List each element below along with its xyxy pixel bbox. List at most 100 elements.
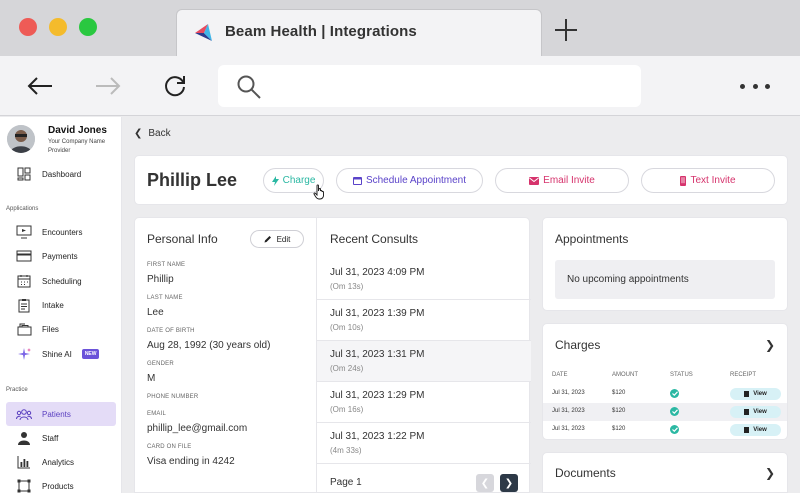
envelope-icon [529,176,540,185]
receipt-icon [744,409,750,415]
appointments-title: Appointments [555,232,629,246]
no-appointments-message: No upcoming appointments [555,260,775,299]
sidebar: David Jones Your Company Name Provider D… [0,117,122,493]
view-receipt-button[interactable]: View [730,388,781,400]
sidebar-item-analytics[interactable]: Analytics [6,450,116,474]
previous-page-button[interactable]: ❮ [476,474,494,492]
view-label: View [753,427,767,433]
list-item[interactable]: Jul 31, 2023 1:39 PM (Om 10s) [317,300,531,341]
chevron-right-icon[interactable]: ❯ [765,338,775,352]
dashboard-icon [16,166,32,182]
recent-consults-title: Recent Consults [330,232,419,246]
sidebar-item-dashboard[interactable]: Dashboard [6,162,116,186]
edit-label: Edit [276,234,291,244]
charge-date: Jul 31, 2023 [552,426,585,432]
sidebar-item-payments[interactable]: Payments [6,244,116,268]
sidebar-item-intake[interactable]: Intake [6,293,116,317]
address-bar[interactable] [218,65,641,107]
schedule-appointment-button[interactable]: Schedule Appointment [336,168,483,193]
email-value: phillip_lee@gmail.com [147,423,248,434]
more-options-icon[interactable] [740,76,770,96]
back-link[interactable]: ❮ Back [134,128,171,139]
charges-title: Charges [555,338,601,352]
table-row: Jul 31, 2023 $120 View [543,403,787,421]
column-header: RECEIPT [730,372,757,378]
next-page-button[interactable]: ❯ [500,474,518,492]
sidebar-item-label: Products [42,481,74,491]
close-window-button[interactable] [19,18,37,36]
charge-amount: $120 [612,390,626,396]
text-invite-label: Text Invite [690,175,736,186]
chart-icon [16,454,32,470]
maximize-window-button[interactable] [79,18,97,36]
back-label: Back [148,128,171,139]
sidebar-item-encounters[interactable]: Encounters [6,220,116,244]
staff-icon [16,430,32,446]
documents-title: Documents [555,466,616,480]
field-label: DATE OF BIRTH [147,328,195,334]
chevron-left-icon: ❮ [134,128,143,139]
charge-date: Jul 31, 2023 [552,408,585,414]
consult-duration: (4m 33s) [330,446,362,455]
avatar[interactable] [7,125,35,153]
patient-header-card: Phillip Lee Charge Schedule Appointment … [134,155,788,205]
consult-date: Jul 31, 2023 1:29 PM [330,390,425,401]
check-icon [670,425,679,434]
sidebar-section-applications: Applications [6,206,39,212]
edit-button[interactable]: Edit [250,230,304,248]
check-icon [670,389,679,398]
consult-duration: (Om 24s) [330,364,364,373]
new-tab-icon[interactable] [554,18,578,42]
field-label: CARD ON FILE [147,444,192,450]
field-label: EMAIL [147,411,167,417]
charge-date: Jul 31, 2023 [552,390,585,396]
column-header: STATUS [670,372,693,378]
lightning-icon [271,175,279,186]
sidebar-item-label: Shine AI [42,349,72,359]
field-label: FIRST NAME [147,262,186,268]
back-arrow-icon[interactable] [24,70,56,102]
column-header: AMOUNT [612,372,638,378]
people-icon [16,406,32,422]
pointer-cursor-icon [313,184,324,200]
list-item[interactable]: Jul 31, 2023 1:22 PM (4m 33s) [317,423,531,464]
sidebar-item-staff[interactable]: Staff [6,426,116,450]
sidebar-item-label: Files [42,324,59,334]
check-icon [670,407,679,416]
card-on-file-value: Visa ending in 4242 [147,456,235,467]
minimize-window-button[interactable] [49,18,67,36]
search-icon [237,75,261,99]
sidebar-item-patients[interactable]: Patients [6,402,116,426]
text-invite-button[interactable]: Text Invite [641,168,775,193]
chevron-right-icon[interactable]: ❯ [765,466,775,480]
sidebar-item-shine-ai[interactable]: Shine AI NEW [6,342,116,366]
sidebar-item-products[interactable]: Products [6,474,116,493]
sidebar-item-scheduling[interactable]: Scheduling [6,269,116,293]
view-receipt-button[interactable]: View [730,424,781,436]
sidebar-item-label: Dashboard [42,169,82,179]
view-label: View [753,409,767,415]
sidebar-item-files[interactable]: Files [6,317,116,341]
column-header: DATE [552,372,568,378]
monitor-icon [16,224,32,240]
table-row: Jul 31, 2023 $120 View [543,385,787,403]
appointments-card: Appointments No upcoming appointments [542,217,788,311]
reload-icon[interactable] [159,70,191,102]
field-label: GENDER [147,361,174,367]
patient-details-card: Personal Info Edit FIRST NAME Phillip LA… [134,217,531,493]
sidebar-item-label: Intake [42,300,64,310]
consult-duration: (Om 13s) [330,282,364,291]
list-item[interactable]: Jul 31, 2023 4:09 PM (Om 13s) [317,259,531,300]
sidebar-item-label: Staff [42,433,59,443]
view-label: View [753,391,767,397]
sparkle-icon [16,346,32,362]
list-item[interactable]: Jul 31, 2023 1:31 PM (Om 24s) [317,341,531,382]
phone-icon [680,175,687,186]
email-invite-button[interactable]: Email Invite [495,168,629,193]
browser-tab[interactable]: Beam Health | Integrations [176,9,542,56]
forward-arrow-icon[interactable] [92,70,124,102]
list-item[interactable]: Jul 31, 2023 1:29 PM (Om 16s) [317,382,531,423]
charge-label: Charge [282,175,316,186]
consult-date: Jul 31, 2023 1:39 PM [330,308,425,319]
view-receipt-button[interactable]: View [730,406,781,418]
